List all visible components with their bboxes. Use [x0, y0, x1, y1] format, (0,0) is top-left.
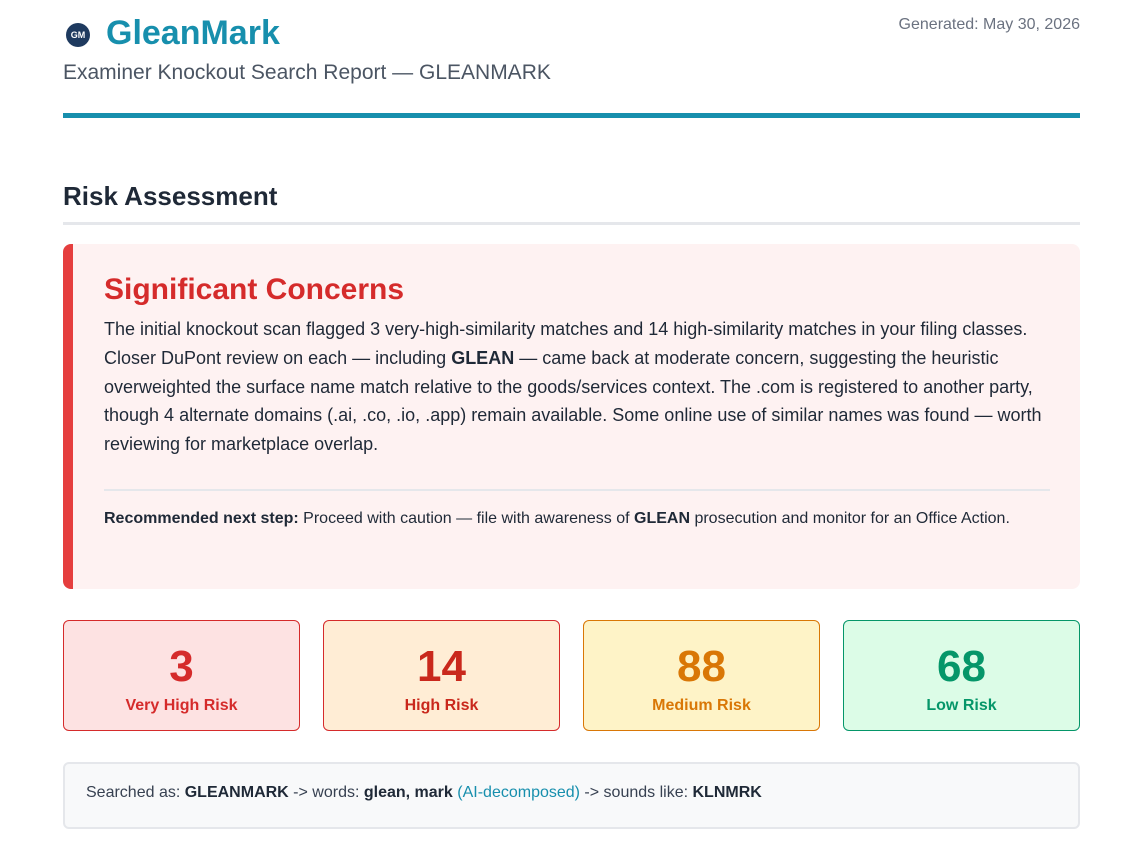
search-words: glean, mark — [363, 784, 453, 801]
brand-name: GleanMark — [106, 14, 280, 52]
concern-mark: GLEAN — [451, 347, 515, 368]
section-title: Risk Assessment — [63, 181, 1080, 225]
next-step-text: Proceed with caution — file with awarene… — [298, 509, 634, 527]
concern-body: The initial knockout scan flagged 3 very… — [104, 315, 1050, 459]
sounds-prefix: -> sounds like: — [579, 784, 693, 801]
report-header: GM GleanMark Examiner Knockout Search Re… — [63, 12, 1080, 86]
stat-low-risk: 68 Low Risk — [843, 620, 1080, 731]
stat-label: Low Risk — [926, 697, 997, 714]
stat-value: 68 — [937, 642, 986, 691]
words-prefix: -> words: — [288, 784, 364, 801]
stat-high-risk: 14 High Risk — [323, 620, 560, 731]
search-summary: Searched as: GLEANMARK -> words: glean, … — [63, 762, 1080, 829]
concern-callout: Significant Concerns The initial knockou… — [63, 244, 1080, 589]
stat-medium-risk: 88 Medium Risk — [583, 620, 820, 731]
stat-value: 3 — [169, 642, 194, 691]
next-step-text-2: prosecution and monitor for an Office Ac… — [690, 509, 1010, 527]
ai-decomposed-tag: (AI-decomposed) — [457, 784, 580, 801]
stat-label: Very High Risk — [125, 697, 238, 714]
logo-badge: GM — [66, 23, 90, 47]
stat-value: 88 — [677, 642, 726, 691]
concern-title: Significant Concerns — [104, 273, 405, 306]
header-divider — [63, 113, 1080, 118]
next-step: Recommended next step: Proceed with caut… — [104, 507, 1050, 531]
search-term: GLEANMARK — [184, 784, 289, 801]
stat-label: Medium Risk — [652, 697, 751, 714]
stat-label: High Risk — [404, 697, 479, 714]
report-subtitle: Examiner Knockout Search Report — GLEANM… — [63, 61, 551, 84]
report-page: GM GleanMark Examiner Knockout Search Re… — [0, 0, 1141, 848]
phonetic-code: KLNMRK — [692, 784, 762, 801]
generated-date: Generated: May 30, 2026 — [898, 16, 1080, 33]
concern-divider — [104, 488, 1050, 491]
next-step-mark: GLEAN — [634, 509, 690, 527]
stat-very-high-risk: 3 Very High Risk — [63, 620, 300, 731]
next-step-label: Recommended next step: — [104, 509, 299, 527]
search-prefix: Searched as: — [86, 784, 185, 801]
stat-value: 14 — [417, 642, 466, 691]
